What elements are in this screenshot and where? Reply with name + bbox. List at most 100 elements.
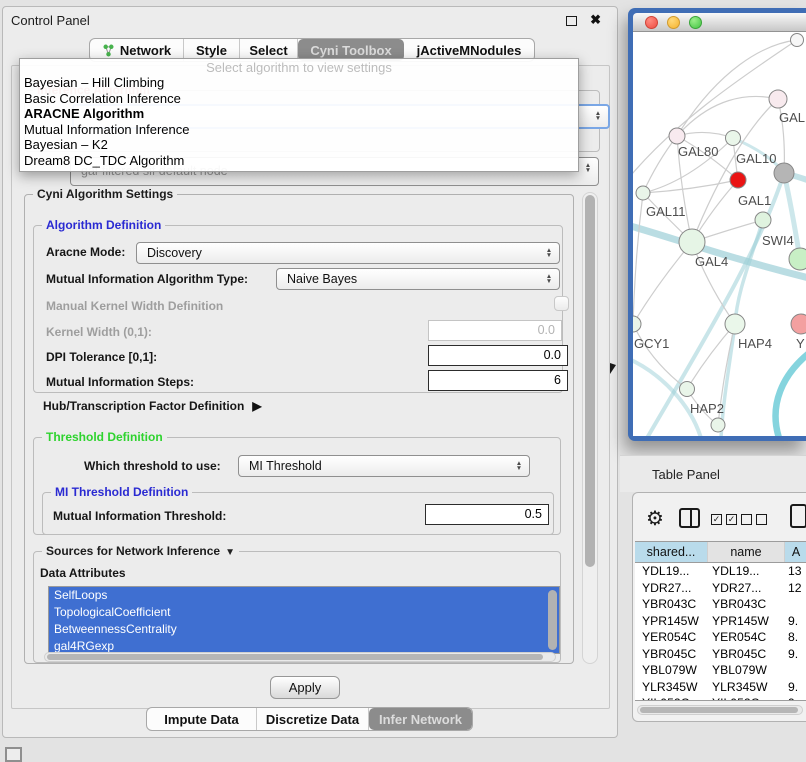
column-header-name[interactable]: name	[708, 542, 785, 562]
control-panel-window: Control Panel ✖ Network Style Select Cyn…	[2, 6, 618, 738]
table-cell: 9	[785, 695, 806, 701]
table-row[interactable]: YPR145WYPR145W9.	[635, 613, 806, 630]
data-attribute-item[interactable]: SelfLoops	[49, 587, 559, 604]
network-node[interactable]	[774, 163, 794, 183]
manual-kernel-checkbox[interactable]	[554, 296, 569, 311]
document-icon[interactable]	[790, 504, 806, 528]
table-panel-window: ⚙ ✓ ✓ shared... name A YDL19...YDL19...1…	[632, 492, 806, 722]
network-node[interactable]	[669, 128, 685, 144]
tab-label: Impute Data	[164, 712, 238, 727]
node-label: HAP4	[738, 336, 772, 351]
algorithm-option[interactable]: Bayesian – Hill Climbing	[20, 75, 578, 91]
mi-type-value: Naive Bayes	[287, 272, 357, 286]
tab-impute-data[interactable]: Impute Data	[147, 708, 257, 730]
dpi-tolerance-field[interactable]: 0.0	[428, 345, 568, 366]
network-node[interactable]	[726, 131, 741, 146]
kernel-width-field[interactable]: 0.0	[428, 320, 562, 341]
network-node[interactable]	[769, 90, 787, 108]
hub-definition-toggle[interactable]: Hub/Transcription Factor Definition▶	[43, 399, 262, 413]
cyni-algorithm-settings-group: Cyni Algorithm Settings Algorithm Defini…	[24, 194, 574, 664]
network-node[interactable]	[679, 229, 705, 255]
table-cell: 12	[785, 580, 806, 597]
which-threshold-value: MI Threshold	[249, 459, 322, 473]
table-row[interactable]: YBL079WYBL079W	[635, 662, 806, 679]
node-label: GAL80	[678, 144, 718, 159]
network-node[interactable]	[755, 212, 771, 228]
tab-label: Cyni Toolbox	[310, 43, 391, 58]
network-node[interactable]	[633, 316, 641, 332]
table-cell	[785, 662, 806, 679]
mi-steps-field[interactable]: 6	[428, 370, 568, 391]
settings-vertical-scrollbar[interactable]	[582, 192, 598, 664]
table-horizontal-scrollbar[interactable]	[637, 705, 803, 715]
scrollbar-thumb[interactable]	[585, 195, 595, 567]
network-node[interactable]	[725, 314, 745, 334]
data-attribute-item[interactable]: BetweennessCentrality	[49, 621, 559, 638]
tab-discretize-data[interactable]: Discretize Data	[257, 708, 369, 730]
network-window-titlebar[interactable]	[633, 13, 806, 32]
table-row[interactable]: YBR043CYBR043C	[635, 596, 806, 613]
node-label: GCY1	[634, 336, 669, 351]
unchecked-checkbox-icon[interactable]	[741, 514, 752, 525]
network-node[interactable]	[791, 314, 806, 334]
data-attribute-item[interactable]: TopologicalCoefficient	[49, 604, 559, 621]
close-icon[interactable]: ✖	[590, 12, 601, 28]
data-attributes-list[interactable]: SelfLoopsTopologicalCoefficientBetweenne…	[48, 586, 560, 654]
which-threshold-combo[interactable]: MI Threshold ▲▼	[238, 455, 530, 477]
list-scrollbar-thumb[interactable]	[548, 590, 557, 650]
kernel-width-label: Kernel Width (0,1):	[46, 325, 152, 339]
algorithm-option[interactable]: Basic Correlation Inference	[20, 91, 578, 107]
table-body: YDL19...YDL19...13YDR27...YDR27...12YBR0…	[635, 563, 806, 701]
column-header-shared-name[interactable]: shared...	[635, 542, 708, 562]
node-label: GAL4	[695, 254, 728, 269]
mi-type-combo[interactable]: Naive Bayes ▲▼	[276, 268, 560, 290]
table-row[interactable]: YER054CYER054C8.	[635, 629, 806, 646]
table-cell: YER054C	[635, 629, 708, 646]
zoom-traffic-light-icon[interactable]	[689, 16, 702, 29]
network-node[interactable]	[711, 418, 725, 432]
column-header-partial[interactable]: A	[785, 542, 806, 562]
network-node[interactable]	[636, 186, 650, 200]
close-traffic-light-icon[interactable]	[645, 16, 658, 29]
network-node[interactable]	[789, 248, 806, 270]
mi-threshold-field[interactable]: 0.5	[425, 504, 549, 525]
table-row[interactable]: YIL052CYIL052C9	[635, 695, 806, 701]
table-cell: YDL19...	[708, 563, 785, 580]
table-row[interactable]: YDR27...YDR27...12	[635, 580, 806, 597]
minimize-traffic-light-icon[interactable]	[667, 16, 680, 29]
gear-icon[interactable]: ⚙	[646, 506, 664, 531]
table-cell: YER054C	[708, 629, 785, 646]
scrollbar-thumb[interactable]	[47, 654, 543, 660]
network-edge	[776, 350, 806, 436]
sources-group-title[interactable]: Sources for Network Inference▼	[42, 544, 239, 558]
unchecked-checkbox-icon[interactable]	[756, 514, 767, 525]
network-node[interactable]	[680, 382, 695, 397]
combo-arrows-icon: ▲▼	[513, 457, 525, 475]
list-horizontal-scrollbar[interactable]	[44, 652, 556, 662]
mi-steps-label: Mutual Information Steps:	[46, 375, 194, 389]
split-columns-icon[interactable]	[679, 508, 700, 528]
algorithm-option[interactable]: Bayesian – K2	[20, 137, 578, 153]
float-window-icon[interactable]	[566, 16, 577, 26]
table-cell: YDL19...	[635, 563, 708, 580]
minimized-panel-icon[interactable]	[5, 747, 22, 762]
scrollbar-thumb[interactable]	[640, 707, 798, 713]
hub-definition-label: Hub/Transcription Factor Definition	[43, 399, 244, 413]
network-graph: GALGAL80GAL10GAL11GAL1SWI4GAL4GCY1HAP4YH…	[633, 32, 806, 436]
table-header-row: shared... name A	[635, 542, 806, 563]
network-node[interactable]	[730, 172, 746, 188]
table-row[interactable]: YBR045CYBR045C9.	[635, 646, 806, 663]
tab-infer-network[interactable]: Infer Network	[369, 708, 472, 730]
table-row[interactable]: YLR345WYLR345W9.	[635, 679, 806, 696]
chevron-down-icon: ▼	[225, 547, 235, 558]
checked-checkbox-icon[interactable]: ✓	[711, 514, 722, 525]
network-canvas[interactable]: GALGAL80GAL10GAL11GAL1SWI4GAL4GCY1HAP4YH…	[633, 32, 806, 436]
checked-checkbox-icon[interactable]: ✓	[726, 514, 737, 525]
algorithm-option[interactable]: ARACNE Algorithm	[20, 106, 578, 122]
aracne-mode-combo[interactable]: Discovery ▲▼	[136, 242, 560, 264]
network-node[interactable]	[791, 34, 804, 47]
algorithm-option[interactable]: Dream8 DC_TDC Algorithm	[20, 153, 578, 169]
algorithm-option[interactable]: Mutual Information Inference	[20, 122, 578, 138]
table-row[interactable]: YDL19...YDL19...13	[635, 563, 806, 580]
apply-button[interactable]: Apply	[270, 676, 340, 699]
